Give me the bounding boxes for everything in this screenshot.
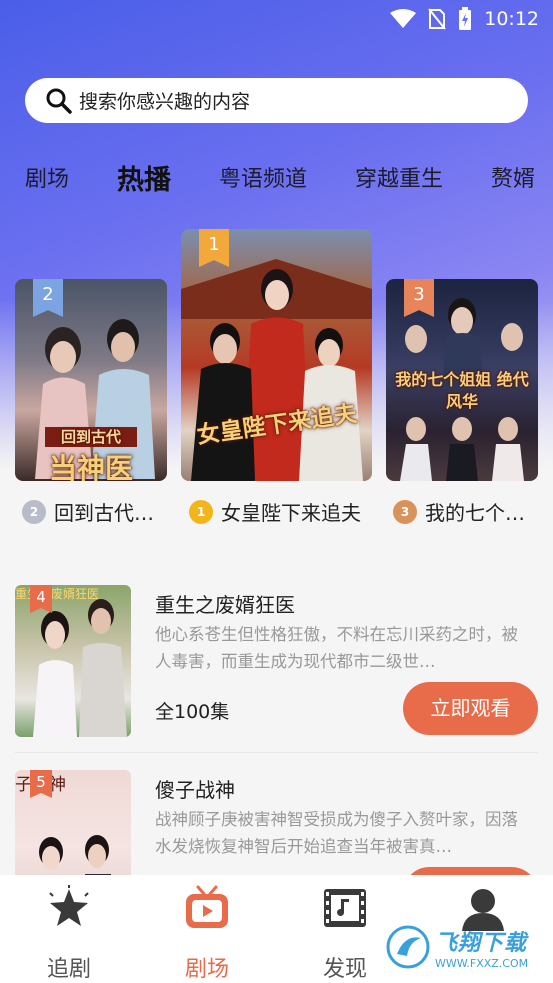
tab-cantonese[interactable]: 粤语频道 bbox=[219, 161, 307, 193]
list-item[interactable]: 4 重生之废婿狂医 重生之废婿狂医 他心系苍生但性格狂傲，不料在忘川采药之时，被… bbox=[15, 585, 538, 740]
tab-hot[interactable]: 热播 bbox=[117, 158, 171, 197]
watch-now-button[interactable]: 立即观看 bbox=[403, 682, 538, 735]
poster-art-title: 当神医 bbox=[48, 452, 133, 481]
status-bar: 10:12 bbox=[0, 0, 553, 38]
battery-charging-icon bbox=[459, 7, 472, 30]
nav-theater[interactable]: 剧场 bbox=[138, 875, 276, 983]
poster-art-title: 我的七个姐姐 绝代风华 bbox=[395, 370, 529, 411]
drama-description: 他心系苍生但性格狂傲，不料在忘川采药之时，被人毒害，而重生成为现代都市二级世… bbox=[155, 625, 518, 671]
search-placeholder: 搜索你感兴趣的内容 bbox=[79, 91, 251, 113]
no-sim-icon bbox=[428, 8, 447, 30]
nav-follow[interactable]: 追剧 bbox=[0, 875, 138, 983]
top-item-label-3[interactable]: 3 我的七个… bbox=[393, 497, 525, 526]
category-tabs: 剧场 热播 粤语频道 穿越重生 赘婿 bbox=[0, 152, 553, 202]
nav-label: 剧场 bbox=[184, 957, 229, 982]
watermark-logo: 飞翔下载 WWW.FXXZ.COM bbox=[385, 916, 545, 978]
wifi-icon bbox=[390, 9, 417, 28]
tab-theater[interactable]: 剧场 bbox=[25, 161, 69, 193]
drama-title: 重生之废婿狂医 bbox=[155, 593, 295, 617]
star-icon bbox=[49, 885, 89, 926]
search-icon bbox=[46, 88, 72, 114]
nav-label: 追剧 bbox=[46, 957, 91, 982]
list-thumbnail: 4 重生之废婿狂医 bbox=[15, 585, 131, 737]
poster-rank-3[interactable]: 3 我的七个姐姐 绝代风华 bbox=[386, 279, 538, 481]
tv-play-icon bbox=[186, 885, 228, 928]
tab-time-travel[interactable]: 穿越重生 bbox=[355, 161, 443, 193]
watermark-icon bbox=[386, 925, 430, 969]
status-time: 10:12 bbox=[484, 8, 539, 30]
gold-medal-icon: 1 bbox=[189, 499, 213, 524]
search-bar[interactable]: 搜索你感兴趣的内容 bbox=[25, 78, 528, 123]
poster-rank-1[interactable]: 1 女皇陛下来追夫 bbox=[181, 229, 372, 481]
tab-son-in-law[interactable]: 赘婿 bbox=[491, 161, 535, 193]
drama-description: 战神顾子庚被害神智受损成为傻子入赘叶家，因落水发烧恢复神智后开始追查当年被害真… bbox=[155, 810, 518, 856]
silver-medal-icon: 2 bbox=[22, 499, 46, 524]
drama-title: 傻子战神 bbox=[155, 778, 235, 802]
divider bbox=[15, 752, 538, 753]
episode-count: 全100集 bbox=[155, 701, 230, 723]
top-item-label-1[interactable]: 1 女皇陛下来追夫 bbox=[189, 497, 361, 526]
film-music-icon bbox=[324, 889, 366, 927]
top-item-label-2[interactable]: 2 回到古代… bbox=[22, 497, 154, 526]
poster-rank-2[interactable]: 2 回到古代 当神医 bbox=[15, 279, 167, 481]
poster-art-subtitle: 回到古代 bbox=[60, 428, 121, 446]
bronze-medal-icon: 3 bbox=[393, 499, 417, 524]
